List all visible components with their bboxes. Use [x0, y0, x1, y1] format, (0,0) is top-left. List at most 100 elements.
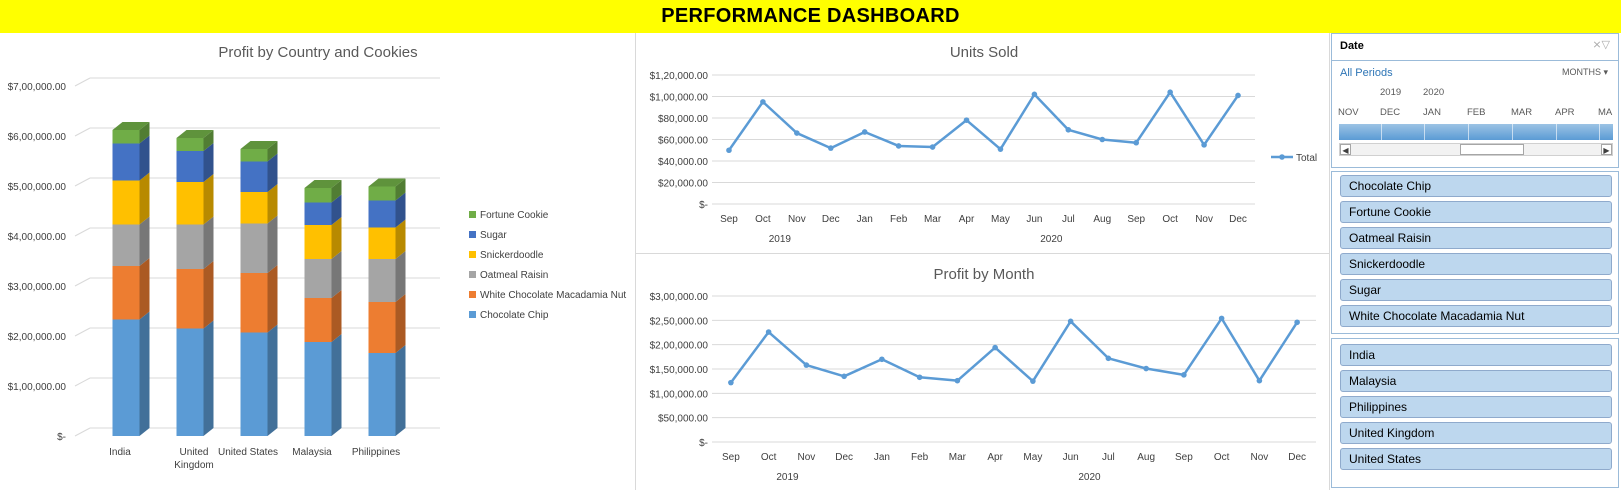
product-slicer: Chocolate Chip Fortune Cookie Oatmeal Ra… — [1331, 171, 1619, 334]
y-tick-label: $4,00,000.00 — [8, 232, 67, 243]
bar-segment-front — [112, 143, 140, 181]
profit-by-country-chart[interactable]: Profit by Country and Cookies $- $1,00,00… — [0, 33, 635, 490]
y-tick-label: $1,00,000.00 — [650, 93, 709, 104]
clear-filter-icon[interactable]: ⨯▽ — [1592, 38, 1610, 51]
legend-label: White Chocolate Macadamia Nut — [480, 290, 626, 301]
data-point — [1099, 136, 1106, 143]
profit-by-country-chart-panel: Profit by Country and Cookies $- $1,00,00… — [0, 33, 635, 490]
timeline-tick — [1512, 124, 1513, 140]
x-month-label: Sep — [1127, 214, 1145, 225]
units-sold-chart[interactable]: Units Sold $- $20,000.00 $40,000.00 $60,000… — [636, 33, 1329, 253]
y-tick-label: $6,00,000.00 — [8, 132, 67, 143]
x-month-label: Dec — [835, 452, 853, 463]
legend-label: Oatmeal Raisin — [480, 270, 548, 281]
slicer-item-united-kingdom[interactable]: United Kingdom — [1340, 422, 1612, 444]
country-slicer: India Malaysia Philippines United Kingdo… — [1331, 338, 1619, 488]
timeline-level-dropdown[interactable]: MONTHS ▾ — [1562, 67, 1608, 78]
slicer-item-united-states[interactable]: United States — [1340, 448, 1612, 470]
legend-label: Sugar — [480, 230, 507, 241]
timeline-separator — [1332, 60, 1618, 61]
timeline-year: 2019 — [1380, 87, 1402, 98]
scroll-left-icon[interactable]: ◀ — [1340, 144, 1351, 155]
profit-by-month-chart[interactable]: Profit by Month $- $50,000.00 $1,00,000.00… — [636, 254, 1329, 490]
data-point — [1256, 377, 1263, 384]
timeline-tick — [1556, 124, 1557, 140]
x-category-label: United Kingdom — [174, 447, 213, 471]
x-month-label: Oct — [1214, 452, 1230, 463]
data-point — [1031, 91, 1038, 98]
bar-segment-side — [395, 251, 406, 302]
x-month-label: Sep — [722, 452, 740, 463]
timeline-year: 2020 — [1423, 87, 1445, 98]
data-point — [1105, 355, 1112, 362]
y-tick-label: $1,00,000.00 — [8, 382, 67, 393]
slicer-item-oatmeal-raisin[interactable]: Oatmeal Raisin — [1340, 227, 1612, 249]
bar-segment-front — [240, 223, 268, 273]
timeline-month: JAN — [1423, 107, 1441, 118]
data-point — [726, 147, 732, 154]
bar-segment-front — [176, 224, 204, 269]
bar-segment-front — [240, 332, 268, 436]
bar-segment-front — [176, 182, 204, 225]
bar-segment-side — [203, 320, 214, 436]
data-point — [997, 146, 1004, 152]
timeline-month: MAR — [1511, 107, 1533, 118]
data-point — [1218, 315, 1225, 322]
slicer-item-malaysia[interactable]: Malaysia — [1340, 370, 1612, 392]
slicer-item-sugar[interactable]: Sugar — [1340, 279, 1612, 301]
legend-swatch — [469, 251, 476, 258]
x-month-label: Jul — [1062, 214, 1075, 225]
x-month-label: Aug — [1137, 452, 1155, 463]
slicer-item-philippines[interactable]: Philippines — [1340, 396, 1612, 418]
bar-segment-front — [176, 328, 204, 436]
timeline-month: FEB — [1467, 107, 1486, 118]
slicer-item-snickerdoodle[interactable]: Snickerdoodle — [1340, 253, 1612, 275]
series-line — [727, 90, 1240, 151]
bar-segment-front — [368, 353, 396, 436]
gridline-depth — [74, 177, 91, 187]
x-month-label: Oct — [1162, 214, 1178, 225]
y-tick-label: $3,00,000.00 — [650, 292, 709, 303]
legend-label: Total — [1296, 153, 1317, 164]
timeline-month: DEC — [1380, 107, 1401, 118]
data-point — [992, 344, 998, 351]
x-month-label: Oct — [761, 452, 777, 463]
y-tick-label: $- — [57, 432, 66, 443]
slicer-item-fortune-cookie[interactable]: Fortune Cookie — [1340, 201, 1612, 223]
data-point — [1143, 365, 1149, 372]
x-month-label: Nov — [1250, 452, 1268, 463]
profit-by-month-chart-panel: Profit by Month $- $50,000.00 $1,00,000.00… — [636, 254, 1329, 490]
timeline-month: APR — [1555, 107, 1575, 118]
timeline-tick — [1599, 124, 1600, 140]
gridline-depth — [74, 227, 91, 237]
bar-segment-side — [267, 324, 278, 436]
legend-label: Snickerdoodle — [480, 250, 544, 261]
x-month-label: Mar — [949, 452, 967, 463]
x-category-label: Malaysia — [292, 447, 332, 458]
y-tick-label: $20,000.00 — [658, 179, 708, 190]
slicer-item-india[interactable]: India — [1340, 344, 1612, 366]
bar-segment-front — [304, 225, 332, 259]
y-tick-label: $7,00,000.00 — [8, 82, 67, 93]
timeline-scrollbar[interactable]: ◀ ▶ — [1339, 143, 1613, 156]
bar-segment-side — [267, 215, 278, 273]
data-point — [760, 99, 766, 105]
x-year-label: 2020 — [1040, 234, 1063, 245]
bar-segment-front — [112, 130, 140, 144]
x-month-label: Aug — [1093, 214, 1111, 225]
x-month-label: Mar — [924, 214, 942, 225]
x-category-label: Philippines — [352, 447, 400, 458]
bar-segment-front — [112, 319, 140, 436]
date-timeline-slicer[interactable]: Date ⨯▽ All Periods MONTHS ▾ 2019 2020 N… — [1331, 33, 1619, 168]
timeline-scroll-thumb[interactable] — [1460, 144, 1524, 155]
bar-segment-side — [331, 290, 342, 342]
y-tick-label: $- — [699, 200, 708, 211]
timeline-tick — [1424, 124, 1425, 140]
bar-segment-front — [240, 273, 268, 333]
data-point — [929, 144, 936, 150]
bar-segment-front — [304, 202, 332, 225]
bar-segment-front — [240, 161, 268, 192]
scroll-right-icon[interactable]: ▶ — [1601, 144, 1612, 155]
slicer-item-chocolate-chip[interactable]: Chocolate Chip — [1340, 175, 1612, 197]
slicer-item-white-chocolate-macadamia-nut[interactable]: White Chocolate Macadamia Nut — [1340, 305, 1612, 327]
